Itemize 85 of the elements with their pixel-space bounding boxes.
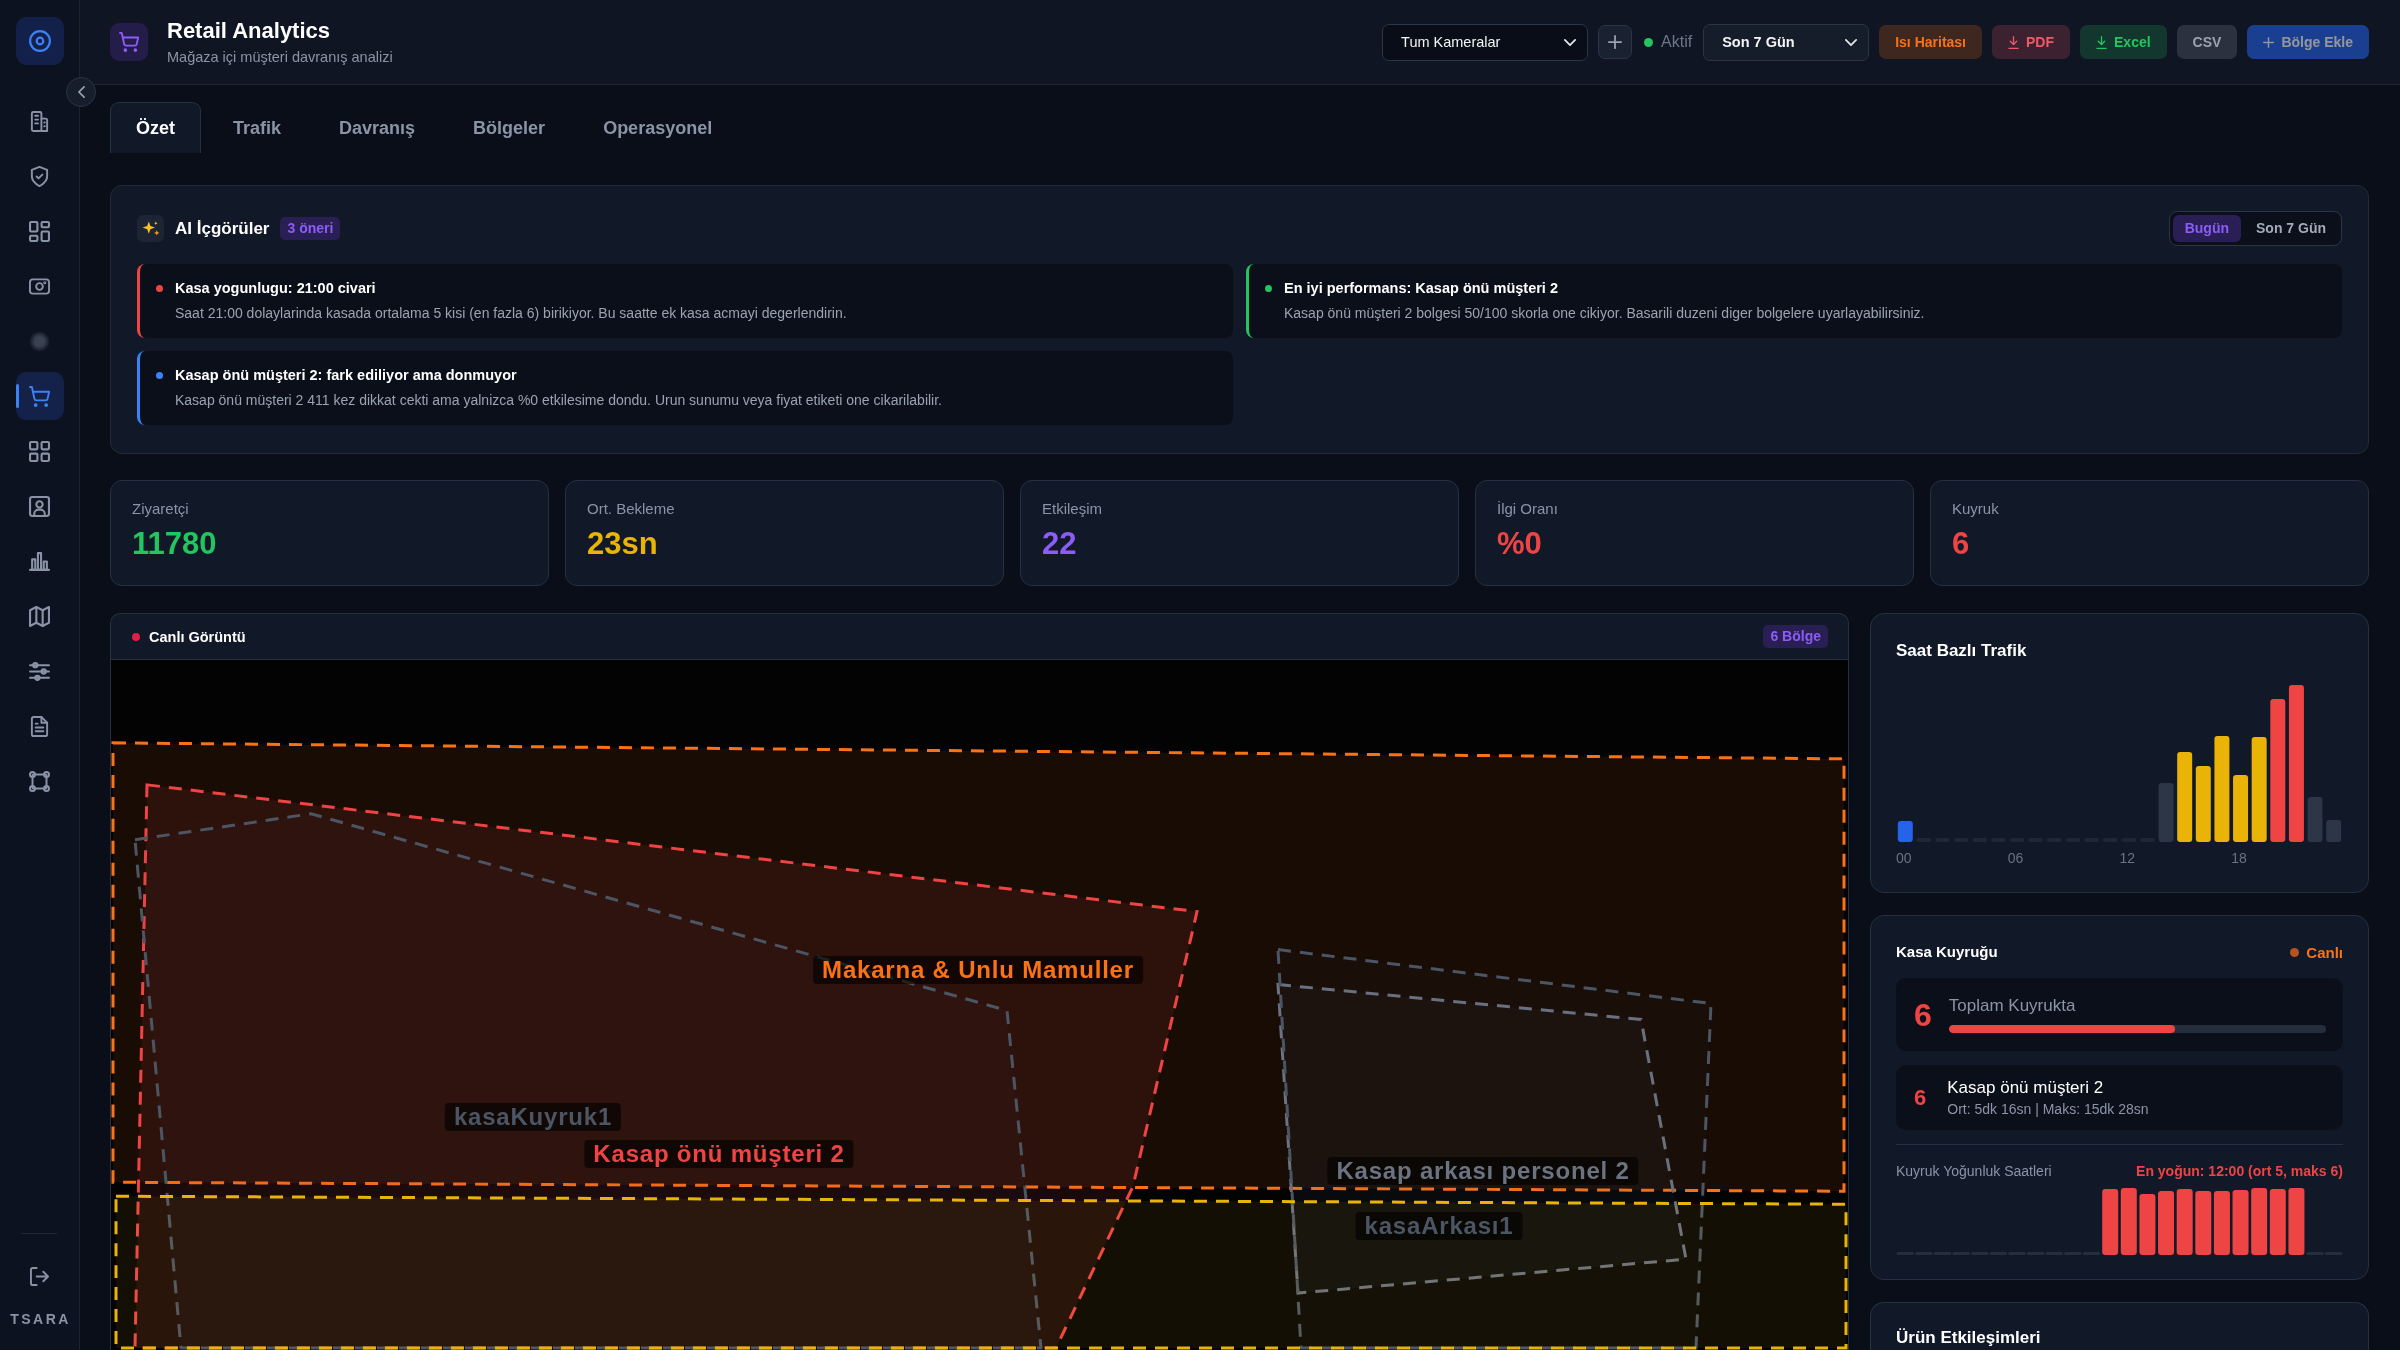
range-option[interactable]: Bugün (2172, 215, 2241, 242)
panel-title: Kasa Kuyruğu (1896, 942, 1998, 962)
page-title: Retail Analytics (167, 18, 332, 44)
tab[interactable]: Trafik (207, 102, 308, 153)
tab[interactable]: Özet (110, 102, 201, 153)
zone-count-badge: 6 Bölge (1763, 625, 1828, 648)
queue-label: Toplam Kuyrukta (1948, 996, 2077, 1016)
person-square-icon (29, 495, 50, 517)
toolbar-button[interactable]: PDF (1992, 25, 2070, 59)
grid-icon (29, 440, 50, 462)
logout-icon (30, 1266, 49, 1286)
plus-icon (1608, 35, 1623, 49)
axis-label: 18 (2231, 850, 2248, 867)
status-label: Aktif (1661, 33, 1693, 51)
plus-icon (2263, 35, 2275, 49)
shopping-cart-icon (29, 385, 50, 407)
zone-label: Kasap önü müşteri 2 (584, 1140, 854, 1168)
count-badge: 3 öneri (280, 217, 341, 240)
kpi-value: 22 (1042, 526, 1078, 562)
peak-label: En yoğun: 12:00 (ort 5, maks 6) (2136, 1163, 2343, 1180)
download-icon (2096, 35, 2107, 49)
kpi-label: İlgi Oranı (1497, 500, 1559, 518)
zone-label: Kasap arkası personel 2 (1327, 1157, 1639, 1185)
kpi-value: 6 (1952, 526, 1971, 562)
bar-chart-icon (29, 550, 50, 572)
live-dot-icon (2290, 947, 2300, 957)
camera-select[interactable]: Tum Kameralar (1382, 23, 1589, 61)
panel-title: AI İçgörüler (175, 218, 270, 239)
tab[interactable]: Operasyonel (577, 102, 739, 153)
chevron-down-icon (1845, 38, 1858, 46)
page-subtitle: Mağaza içi müşteri davranış analizi (167, 48, 393, 66)
building-icon (29, 110, 50, 132)
add-button[interactable] (1598, 25, 1633, 59)
toolbar-button[interactable]: CSV (2176, 25, 2238, 59)
zone-label: kasaArkası1 (1355, 1212, 1523, 1240)
queue-count: 6 (1914, 996, 1932, 1033)
chevron-down-icon (1564, 38, 1577, 46)
brand-name: TSARA (9, 1311, 71, 1328)
kpi-value: 11780 (132, 526, 218, 562)
download-icon (2008, 35, 2019, 49)
tab[interactable]: Davranış (313, 102, 442, 153)
tab[interactable]: Bölgeler (447, 102, 572, 153)
queue-detail: Ort: 5dk 16sn | Maks: 15dk 28sn (1947, 1100, 2149, 1118)
blurred-dot-icon (29, 330, 50, 352)
toolbar-button[interactable]: Isı Haritası (1879, 25, 1982, 59)
sliders-icon (29, 660, 50, 682)
map-icon (29, 605, 50, 627)
insight-title: Kasap önü müşteri 2: fark ediliyor ama donmuyor (175, 366, 518, 385)
shield-check-icon (29, 165, 50, 187)
axis-label: 00 (1896, 850, 1913, 867)
panel-title: Saat Bazlı Trafik (1896, 640, 2028, 662)
kpi-label: Ziyaretçi (132, 500, 190, 518)
kpi-value: %0 (1497, 526, 1543, 562)
kpi-label: Etkileşim (1042, 500, 1103, 518)
document-icon (29, 715, 50, 737)
toolbar-button[interactable]: Excel (2080, 25, 2167, 59)
sparkle-icon (137, 215, 164, 242)
zone-label: kasaKuyruk1 (444, 1103, 622, 1131)
nav-button[interactable] (15, 372, 64, 420)
live-dot-icon (132, 632, 140, 641)
insight-title: Kasa yogunlugu: 21:00 civari (175, 279, 377, 298)
panel-title: Ürün Etkileşimleri (1896, 1327, 2042, 1349)
period-select[interactable]: Son 7 Gün (1703, 23, 1870, 61)
dashboard-icon (29, 220, 50, 242)
camera-icon (29, 275, 50, 297)
kpi-label: Ort. Bekleme (587, 500, 676, 518)
section-label: Kuyruk Yoğunluk Saatleri (1896, 1163, 2052, 1180)
queue-count: 6 (1914, 1084, 1927, 1111)
zone-name: Kasap önü müşteri 2 (1947, 1077, 2105, 1098)
insight-text: Kasap önü müşteri 2 411 kez dikkat cekti ama yalnizca %0 etkilesime dondu. Urun sunumu veya fiyat etiketi one cikarilabilir. (175, 391, 942, 410)
insight-text: Saat 21:00 dolaylarinda kasada ortalama 5 kisi (en fazla 6) birikiyor. Bu saatte ek kasa acmayi degerlendirin. (175, 304, 847, 323)
live-label: Canlı (2306, 943, 2343, 961)
chevron-left-icon (77, 86, 85, 98)
range-option[interactable]: Son 7 Gün (2244, 215, 2338, 242)
zone-label: Makarna & Unlu Mamuller (813, 956, 1143, 984)
insight-title: En iyi performans: Kasap önü müşteri 2 (1284, 279, 1559, 298)
insight-text: Kasap önü müşteri 2 bolgesi 50/100 skorla one cikiyor. Basarili duzeni diger bolgelere uyarlayabilirsiniz. (1284, 304, 1925, 323)
kpi-label: Kuyruk (1952, 500, 2000, 518)
frame-icon (29, 770, 50, 792)
shopping-cart-icon (110, 23, 148, 61)
axis-label: 12 (2119, 850, 2137, 867)
kpi-value: 23sn (587, 526, 659, 562)
axis-label: 06 (2007, 850, 2025, 867)
target-icon (15, 17, 64, 65)
panel-title: Canlı Görüntü (149, 628, 246, 645)
